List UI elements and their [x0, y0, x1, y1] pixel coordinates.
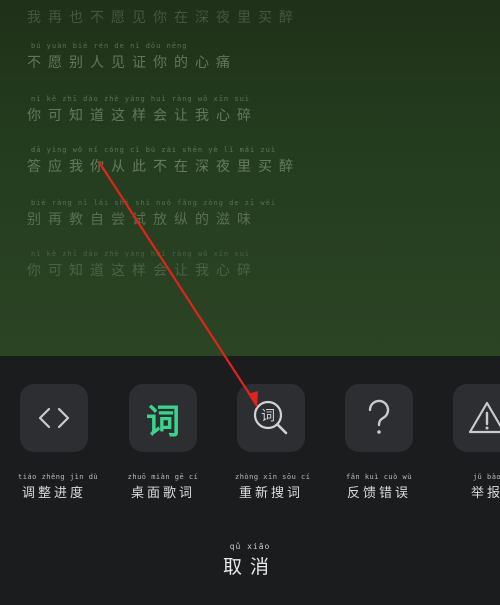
lyric-pinyin: nǐ kě zhī dào zhè yàng huì ràng wǒ xīn s…	[31, 250, 251, 258]
lyric-text: 答应我你从此不在深夜里买醉	[27, 159, 300, 175]
lyric-pinyin: bié ràng nǐ lái shì shí nuò fǎng zòng de…	[31, 199, 277, 207]
report-error-button[interactable]: fǎn kuì cuò wù 反馈错误	[343, 384, 415, 501]
lyric-word-icon: 词	[146, 401, 180, 442]
report-tile[interactable]	[453, 384, 500, 452]
lyric-line-current: dā yìng wǒ nǐ cóng cǐ bú zài shēn yè lǐ …	[27, 146, 300, 176]
lyric-line: nǐ kě zhī dào zhè yàng huì ràng wǒ xīn s…	[27, 250, 258, 280]
lyric-line: 我再也不愿见你在深夜里买醉	[27, 0, 300, 27]
action-label: 桌面歌词	[130, 486, 195, 501]
search-lyric-glyph: 词	[261, 409, 275, 425]
action-label: 举报	[470, 486, 500, 501]
action-pinyin: zhuō miàn gē cí	[127, 473, 199, 481]
lyric-line: bié ràng nǐ lái shì shí nuò fǎng zòng de…	[27, 199, 276, 229]
action-pinyin: jǔ bào	[472, 473, 500, 481]
lyric-pinyin: nǐ kě zhī dào zhè yàng huì ràng wǒ xīn s…	[31, 95, 251, 103]
report-button[interactable]: jǔ bào 举报	[451, 384, 500, 501]
code-brackets-icon	[38, 407, 70, 429]
adjust-progress-tile[interactable]	[20, 384, 88, 452]
action-label: 重新搜词	[238, 486, 303, 501]
lyric-line: bú yuàn bié rén de nǐ dōu néng 不愿别人见证你的心…	[27, 42, 237, 72]
action-label: 反馈错误	[346, 486, 411, 501]
action-pinyin: fǎn kuì cuò wù	[345, 473, 412, 481]
adjust-progress-button[interactable]: tiáo zhěng jìn dù 调整进度	[18, 384, 99, 501]
lyrics-background: 我再也不愿见你在深夜里买醉 bú yuàn bié rén de nǐ dōu …	[0, 0, 500, 356]
desktop-lyrics-tile[interactable]: 词	[129, 384, 197, 452]
cancel-button[interactable]: qǔ xiāo 取消	[210, 542, 290, 579]
lyric-text: 你可知道这样会让我心碎	[27, 108, 258, 124]
action-pinyin: zhòng xīn sōu cí	[235, 473, 311, 481]
desktop-lyrics-button[interactable]: 词 zhuō miàn gē cí 桌面歌词	[127, 384, 199, 501]
search-lyric-icon: 词	[253, 400, 288, 435]
research-lyrics-tile[interactable]: 词	[237, 384, 305, 452]
cancel-pinyin: qǔ xiāo	[229, 542, 271, 551]
action-pinyin: tiáo zhěng jìn dù	[18, 473, 99, 481]
cancel-label: 取消	[222, 556, 277, 578]
warning-icon	[468, 401, 500, 434]
lyric-pinyin: bú yuàn bié rén de nǐ dōu néng	[31, 42, 188, 50]
lyric-pinyin: dā yìng wǒ nǐ cóng cǐ bú zài shēn yè lǐ …	[31, 146, 277, 154]
lyric-pinyin	[27, 0, 300, 7]
lyric-text: 你可知道这样会让我心碎	[27, 263, 258, 279]
lyric-line: nǐ kě zhī dào zhè yàng huì ràng wǒ xīn s…	[27, 95, 258, 125]
question-mark-icon	[368, 399, 390, 434]
lyric-text: 不愿别人见证你的心痛	[27, 55, 237, 71]
lyric-options-sheet: tiáo zhěng jìn dù 调整进度 词 zhuō miàn gē cí…	[0, 356, 500, 605]
lyric-text: 别再教自尝试放纵的滋味	[27, 212, 258, 228]
action-label: 调整进度	[21, 486, 86, 501]
lyric-text: 我再也不愿见你在深夜里买醉	[27, 10, 300, 26]
report-error-tile[interactable]	[345, 384, 413, 452]
research-lyrics-button[interactable]: 词 zhòng xīn sōu cí 重新搜词	[235, 384, 311, 501]
